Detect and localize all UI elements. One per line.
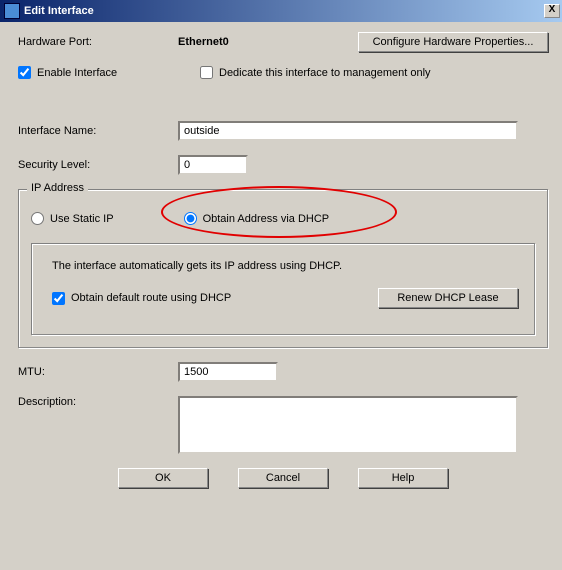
obtain-dhcp-input[interactable] — [184, 212, 197, 225]
mtu-input[interactable] — [178, 362, 278, 382]
cancel-button[interactable]: Cancel — [238, 468, 328, 488]
use-static-ip-radio[interactable]: Use Static IP — [31, 212, 114, 225]
hardware-port-value: Ethernet0 — [178, 36, 358, 48]
close-button[interactable]: X — [544, 4, 560, 18]
use-static-ip-label: Use Static IP — [50, 213, 114, 225]
configure-hardware-button[interactable]: Configure Hardware Properties... — [358, 32, 548, 52]
dedicate-mgmt-label: Dedicate this interface to management on… — [219, 67, 431, 79]
description-input[interactable] — [178, 396, 518, 454]
app-icon — [4, 3, 20, 19]
enable-interface-checkbox[interactable]: Enable Interface — [18, 66, 178, 79]
renew-dhcp-button[interactable]: Renew DHCP Lease — [378, 288, 518, 308]
dedicate-mgmt-input[interactable] — [200, 66, 213, 79]
security-level-label: Security Level: — [18, 159, 178, 171]
dhcp-details-box: The interface automatically gets its IP … — [31, 243, 535, 335]
dedicate-mgmt-checkbox[interactable]: Dedicate this interface to management on… — [200, 66, 431, 79]
use-static-ip-input[interactable] — [31, 212, 44, 225]
ip-address-group: IP Address Use Static IP Obtain Address … — [18, 189, 548, 348]
interface-name-input[interactable] — [178, 121, 518, 141]
description-label: Description: — [18, 396, 178, 408]
obtain-dhcp-label: Obtain Address via DHCP — [203, 213, 330, 225]
obtain-default-route-checkbox[interactable]: Obtain default route using DHCP — [52, 292, 231, 305]
hardware-port-label: Hardware Port: — [18, 36, 178, 48]
ok-button[interactable]: OK — [118, 468, 208, 488]
dhcp-info-text: The interface automatically gets its IP … — [52, 260, 518, 272]
mtu-label: MTU: — [18, 366, 178, 378]
enable-interface-label: Enable Interface — [37, 67, 117, 79]
obtain-default-route-input[interactable] — [52, 292, 65, 305]
help-button[interactable]: Help — [358, 468, 448, 488]
enable-interface-input[interactable] — [18, 66, 31, 79]
interface-name-label: Interface Name: — [18, 125, 178, 137]
ip-address-legend: IP Address — [27, 182, 88, 194]
obtain-dhcp-radio[interactable]: Obtain Address via DHCP — [184, 212, 330, 225]
security-level-input[interactable] — [178, 155, 248, 175]
obtain-default-route-label: Obtain default route using DHCP — [71, 292, 231, 304]
title-bar: Edit Interface X — [0, 0, 562, 22]
window-title: Edit Interface — [24, 5, 544, 17]
